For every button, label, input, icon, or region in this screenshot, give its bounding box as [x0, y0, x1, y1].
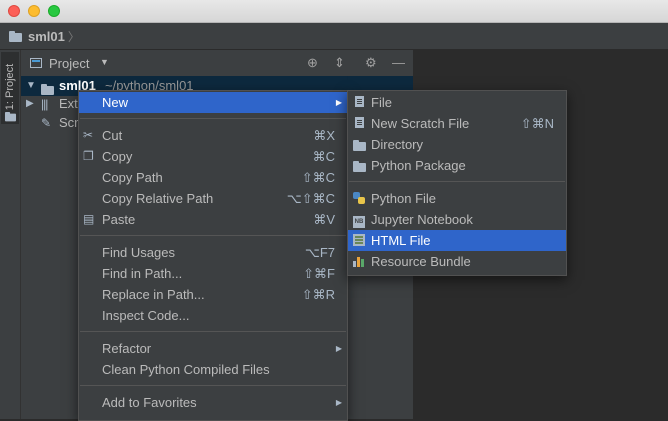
menu-item-replace-in-path[interactable]: Replace in Path... ⇧⌘R: [79, 284, 347, 305]
new-submenu: File New Scratch File ⇧⌘N Directory Pyth…: [347, 90, 567, 276]
menu-item-new[interactable]: New ▶: [79, 92, 347, 113]
menu-item-clean-python-compiled-files[interactable]: Clean Python Compiled Files: [79, 359, 347, 380]
chevron-right-icon: 〉: [67, 29, 80, 44]
menu-separator: [349, 181, 565, 182]
scissors-icon: ✂: [83, 128, 94, 142]
close-window-button[interactable]: [8, 5, 20, 17]
submenu-item-python-file[interactable]: Python File: [348, 188, 566, 209]
menu-item-copy-path[interactable]: Copy Path ⇧⌘C: [79, 167, 347, 188]
panel-header: Project ▼ ⊕ ⇕ ⚙ —: [21, 50, 413, 77]
menu-item-cut[interactable]: ✂ Cut ⌘X: [79, 125, 347, 146]
menu-item-paste[interactable]: ▤ Paste ⌘V: [79, 209, 347, 230]
gear-icon[interactable]: ⚙: [365, 55, 377, 71]
project-tool-tab[interactable]: 1: Project: [1, 52, 19, 124]
hide-icon[interactable]: —: [392, 55, 405, 70]
submenu-item-html-file[interactable]: HTML File: [348, 230, 566, 251]
locate-icon[interactable]: ⊕: [307, 55, 318, 71]
html-file-icon: [353, 234, 365, 248]
notebook-icon: NB: [353, 213, 365, 228]
scratches-icon: ✎: [41, 116, 52, 130]
context-menu: New ▶ ✂ Cut ⌘X ❐ Copy ⌘C Copy Path ⇧⌘C C…: [78, 90, 348, 421]
dropdown-caret-icon[interactable]: ▼: [100, 57, 109, 67]
menu-item-copy[interactable]: ❐ Copy ⌘C: [79, 146, 347, 167]
submenu-item-file[interactable]: File: [348, 92, 566, 113]
menu-item-find-usages[interactable]: Find Usages ⌥F7: [79, 242, 347, 263]
submenu-item-python-package[interactable]: Python Package: [348, 155, 566, 176]
file-icon: [355, 96, 364, 109]
menu-item-add-to-favorites[interactable]: Add to Favorites ▶: [79, 392, 347, 413]
submenu-arrow-icon: ▶: [335, 398, 342, 407]
menu-item-copy-relative-path[interactable]: Copy Relative Path ⌥⇧⌘C: [79, 188, 347, 209]
menu-item-refactor[interactable]: Refactor ▶: [79, 338, 347, 359]
scratch-file-icon: [355, 117, 364, 130]
menu-separator: [80, 235, 346, 236]
tree-item-label: Scr: [59, 115, 79, 130]
submenu-item-directory[interactable]: Directory: [348, 134, 566, 155]
panel-title[interactable]: Project: [49, 56, 89, 71]
collapse-arrow-icon[interactable]: ▶: [26, 94, 34, 114]
folder-icon: [353, 140, 366, 153]
tree-item-label: Ext: [59, 96, 78, 111]
submenu-arrow-icon: ▶: [335, 344, 342, 353]
folder-icon: [4, 111, 17, 124]
resource-bundle-icon: [353, 255, 365, 269]
minimize-window-button[interactable]: [28, 5, 40, 17]
menu-separator: [80, 331, 346, 332]
navigation-bar: sml01 〉: [0, 23, 668, 50]
menu-separator: [80, 118, 346, 119]
zoom-window-button[interactable]: [48, 5, 60, 17]
submenu-item-new-scratch-file[interactable]: New Scratch File ⇧⌘N: [348, 113, 566, 134]
expand-arrow-icon[interactable]: ▼: [26, 76, 36, 96]
project-icon: [30, 58, 42, 68]
python-icon: [353, 192, 365, 206]
project-tool-tab-label: 1: Project: [4, 63, 16, 111]
package-icon: [353, 161, 366, 174]
menu-item-find-in-path[interactable]: Find in Path... ⇧⌘F: [79, 263, 347, 284]
library-icon: |||: [41, 97, 48, 111]
submenu-item-resource-bundle[interactable]: Resource Bundle: [348, 251, 566, 272]
menu-separator: [80, 385, 346, 386]
clipboard-icon: ▤: [83, 212, 95, 226]
copy-icon: ❐: [83, 149, 94, 163]
breadcrumb-project[interactable]: sml01: [28, 29, 65, 44]
submenu-item-jupyter-notebook[interactable]: NB Jupyter Notebook: [348, 209, 566, 230]
submenu-arrow-icon: ▶: [335, 98, 342, 107]
collapse-all-icon[interactable]: ⇕: [334, 55, 345, 71]
menu-item-inspect-code[interactable]: Inspect Code...: [79, 305, 347, 326]
folder-icon: [9, 30, 22, 42]
breadcrumb[interactable]: sml01 〉: [9, 28, 80, 45]
window-titlebar: [0, 0, 668, 23]
